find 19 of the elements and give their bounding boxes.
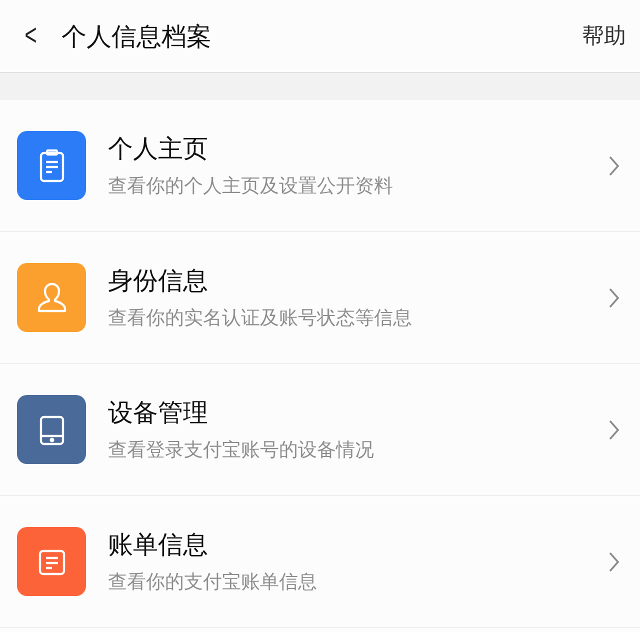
back-button[interactable]: < (22, 19, 40, 53)
item-title: 个人主页 (108, 133, 209, 165)
menu-item[interactable]: 设备管理 查看登录支付宝账号的设备情况 (0, 364, 640, 496)
item-description: 查看你的支付宝账单信息 (108, 570, 318, 595)
help-button[interactable]: 帮助 (582, 21, 626, 51)
chevron-icon (608, 550, 620, 572)
item-description: 查看登录支付宝账号的设备情况 (108, 438, 375, 463)
chevron-icon (608, 418, 620, 440)
chevron-icon (608, 154, 620, 176)
menu-item[interactable]: 身份信息 查看你的实名认证及账号状态等信息 (0, 232, 640, 364)
item-title: 设备管理 (108, 397, 209, 429)
item-description: 查看你的个人主页及设置公开资料 (108, 174, 394, 199)
menu-item[interactable]: 个人主页 查看你的个人主页及设置公开资料 (0, 100, 640, 232)
page-title: 个人信息档案 (62, 20, 213, 52)
item-title: 账单信息 (108, 529, 209, 561)
chevron-icon (608, 286, 620, 308)
item-title: 身份信息 (108, 265, 209, 297)
menu-item[interactable]: 账单信息 查看你的支付宝账单信息 (0, 496, 640, 628)
item-description: 查看你的实名认证及账号状态等信息 (108, 306, 413, 331)
